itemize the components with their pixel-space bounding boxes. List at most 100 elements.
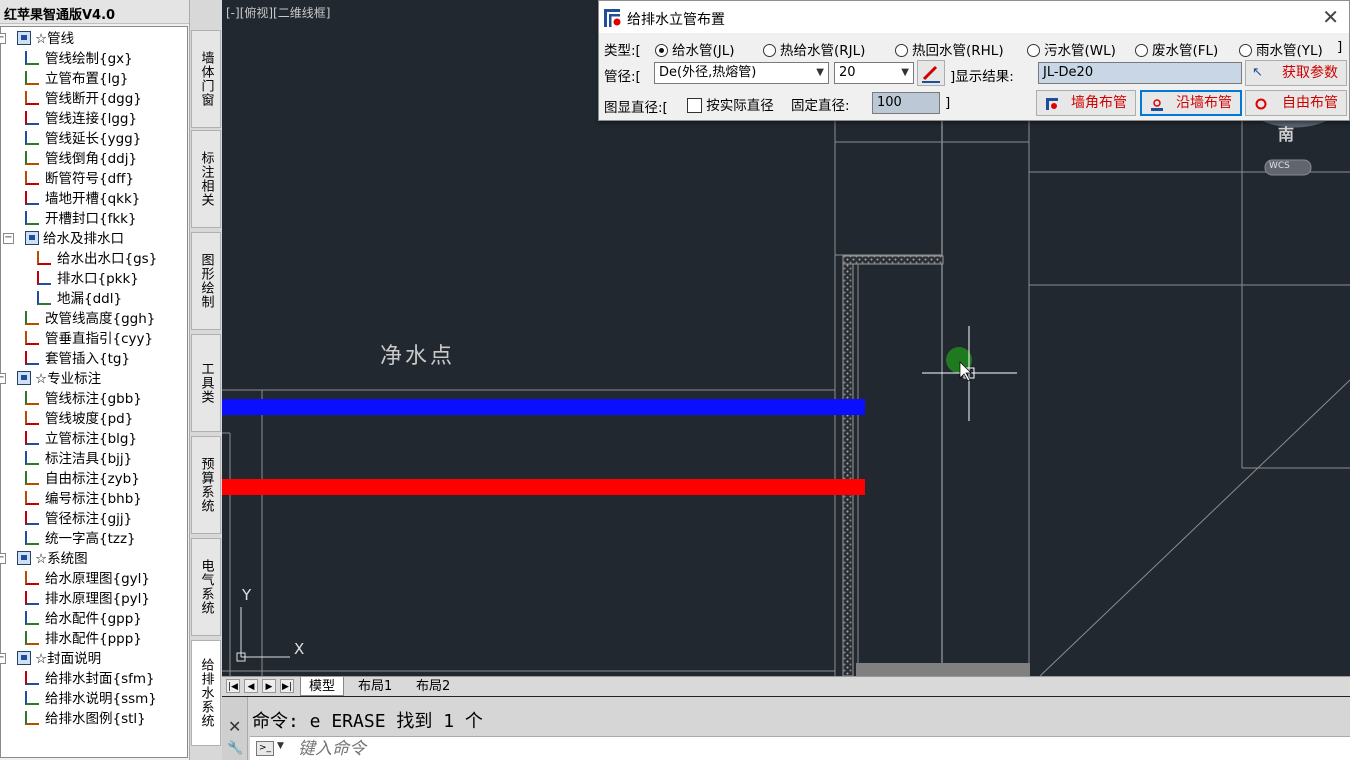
radio-type-yl[interactable]: 雨水管(YL)	[1239, 39, 1323, 59]
tree-item-label: ☆封面说明	[35, 651, 102, 667]
tree-item[interactable]: 地漏{ddl}	[37, 289, 122, 309]
tree-item[interactable]: 统一字高{tzz}	[25, 529, 136, 549]
tree-item[interactable]: 管线断开{dgg}	[25, 89, 142, 109]
tree-item[interactable]: 编号标注{bhb}	[25, 489, 142, 509]
dialog-title: 给排水立管布置	[627, 12, 725, 28]
tree-item[interactable]: 给排水图例{stl}	[25, 709, 146, 729]
command-icon	[25, 691, 39, 705]
tree-item[interactable]: 开槽封口{fkk}	[25, 209, 137, 229]
command-icon	[25, 331, 39, 345]
command-icon	[25, 171, 39, 185]
command-input[interactable]	[298, 739, 798, 759]
view-label[interactable]: [-][俯视][二维线框]	[226, 4, 330, 21]
close-icon[interactable]: ✕	[1322, 5, 1339, 29]
riser-layout-dialog: 给排水立管布置 ✕ 类型:[ 给水管(JL) 热给水管(RJL) 热回水管(RH…	[598, 0, 1350, 121]
category-tab-label: 标注相关	[198, 151, 214, 207]
tree-item[interactable]: 排水原理图{pyl}	[25, 589, 150, 609]
command-prompt-icon[interactable]: >_	[256, 741, 274, 756]
category-tab[interactable]: 标注相关	[191, 130, 221, 228]
radio-type-jl[interactable]: 给水管(JL)	[655, 39, 735, 59]
pick-diameter-button[interactable]	[917, 60, 945, 86]
tree-item[interactable]: 管线坡度{pd}	[25, 409, 133, 429]
tree-item-label: 排水配件{ppp}	[45, 631, 142, 647]
tree-item[interactable]: 套管插入{tg}	[25, 349, 130, 369]
collapse-icon[interactable]: −	[0, 33, 6, 44]
radio-type-rhl[interactable]: 热回水管(RHL)	[895, 39, 1004, 59]
compass-south-label: 南	[1278, 125, 1295, 144]
tree-item[interactable]: 改管线高度{ggh}	[25, 309, 155, 329]
prev-tab-icon[interactable]: ◀	[244, 679, 258, 693]
free-layout-button[interactable]: 自由布管	[1245, 90, 1347, 116]
category-tab-label: 工具类	[198, 362, 214, 404]
tree-item[interactable]: 排水口{pkk}	[37, 269, 139, 289]
collapse-icon[interactable]: −	[0, 553, 6, 564]
tree-item[interactable]: 管径标注{gjj}	[25, 509, 132, 529]
command-icon	[25, 631, 39, 645]
command-icon	[25, 491, 39, 505]
tree-item[interactable]: 管线延长{ygg}	[25, 129, 141, 149]
tree-item-label: 给水原理图{gyl}	[45, 571, 150, 587]
command-icon	[25, 211, 39, 225]
actual-diameter-checkbox[interactable]: 按实际直径	[687, 94, 774, 114]
tree-item[interactable]: 排水配件{ppp}	[25, 629, 142, 649]
tree-group[interactable]: − ☆系统图	[0, 549, 88, 569]
tree-item[interactable]: 墙地开槽{qkk}	[25, 189, 140, 209]
fixed-diameter-input[interactable]: 100	[872, 92, 940, 114]
last-tab-icon[interactable]: ▶|	[280, 679, 294, 693]
tree-item-label: 标注洁具{bjj}	[45, 451, 133, 467]
first-tab-icon[interactable]: |◀	[226, 679, 240, 693]
dialog-titlebar[interactable]: 给排水立管布置 ✕	[599, 1, 1349, 33]
tree-item[interactable]: 管线倒角{ddj}	[25, 149, 137, 169]
tree-item[interactable]: 管线标注{gbb}	[25, 389, 142, 409]
next-tab-icon[interactable]: ▶	[262, 679, 276, 693]
chevron-down-icon: ▼	[901, 67, 909, 78]
radio-type-fl[interactable]: 废水管(FL)	[1135, 39, 1218, 59]
radio-type-wl[interactable]: 污水管(WL)	[1027, 39, 1116, 59]
tree-item[interactable]: 自由标注{zyb}	[25, 469, 140, 489]
tab-layout2[interactable]: 布局2	[408, 677, 458, 696]
collapse-icon[interactable]: −	[0, 653, 6, 664]
wrench-icon[interactable]: 🔧	[227, 741, 243, 756]
ucs-y-label: Y	[242, 586, 252, 604]
collapse-icon[interactable]: −	[0, 373, 6, 384]
get-params-button[interactable]: ↖ 获取参数	[1245, 60, 1347, 86]
collapse-icon[interactable]: −	[3, 233, 14, 244]
result-field[interactable]: JL-De20	[1038, 62, 1242, 84]
tree-group[interactable]: − ☆专业标注	[0, 369, 101, 389]
corner-layout-button[interactable]: 墙角布管	[1036, 90, 1136, 116]
radio-type-rjl[interactable]: 热给水管(RJL)	[763, 39, 865, 59]
chevron-down-icon[interactable]: ▼	[277, 741, 284, 751]
tree-item[interactable]: 管垂直指引{cyy}	[25, 329, 153, 349]
tree-item[interactable]: 给水出水口{gs}	[37, 249, 157, 269]
tree-item-label: 墙地开槽{qkk}	[45, 191, 141, 207]
diameter-kind-select[interactable]: De(外径,热熔管) ▼	[654, 62, 829, 84]
category-tab[interactable]: 图形绘制	[191, 232, 221, 330]
tree-item[interactable]: 立管布置{lg}	[25, 69, 129, 89]
close-icon[interactable]: ✕	[228, 717, 241, 736]
tree-group[interactable]: − ☆封面说明	[0, 649, 102, 669]
circle-icon	[1255, 98, 1267, 110]
tree-group[interactable]: − ☆管线	[0, 29, 74, 49]
tree-item[interactable]: 断管符号{dff}	[25, 169, 134, 189]
tab-layout1[interactable]: 布局1	[350, 677, 400, 696]
category-tab[interactable]: 电气系统	[191, 538, 221, 636]
diameter-value-select[interactable]: 20 ▼	[834, 62, 914, 84]
tree-item[interactable]: 给水原理图{gyl}	[25, 569, 150, 589]
tree-item[interactable]: 管线连接{lgg}	[25, 109, 137, 129]
category-tab[interactable]: 工具类	[191, 334, 221, 432]
tree-item[interactable]: 立管标注{blg}	[25, 429, 137, 449]
wall-layout-button[interactable]: 沿墙布管	[1140, 90, 1242, 116]
tree-item[interactable]: 给水配件{gpp}	[25, 609, 142, 629]
tree-group[interactable]: − 给水及排水口	[3, 229, 124, 249]
tree-item[interactable]: 给排水说明{ssm}	[25, 689, 157, 709]
command-grip[interactable]: ✕ 🔧	[222, 697, 248, 760]
tree-item-label: 改管线高度{ggh}	[45, 311, 156, 327]
category-tab[interactable]: 给排水系统	[191, 640, 221, 746]
tree-item[interactable]: 标注洁具{bjj}	[25, 449, 132, 469]
tree-item[interactable]: 给排水封面{sfm}	[25, 669, 155, 689]
category-tab[interactable]: 预算系统	[191, 436, 221, 534]
tree-item-label: 管线延长{ygg}	[45, 131, 142, 147]
tab-model[interactable]: 模型	[300, 677, 345, 696]
category-tab[interactable]: 墙体门窗	[191, 30, 221, 128]
tree-item[interactable]: 管线绘制{gx}	[25, 49, 133, 69]
